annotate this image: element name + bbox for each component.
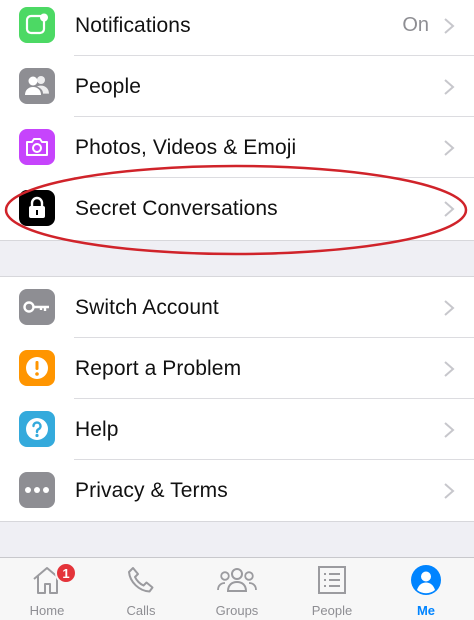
camera-icon	[19, 129, 55, 165]
privacy-terms-row[interactable]: Privacy & Terms	[0, 460, 474, 521]
people-row[interactable]: People	[0, 56, 474, 117]
settings-group-primary: Notifications On People Photos, Videos &…	[0, 0, 474, 241]
secret-conversations-row[interactable]: Secret Conversations	[0, 178, 474, 239]
ellipsis-icon	[19, 472, 55, 508]
chevron-right-icon	[444, 18, 455, 34]
tab-calls[interactable]: Calls	[94, 558, 188, 620]
chevron-right-icon	[444, 140, 455, 156]
help-label: Help	[75, 417, 119, 441]
notifications-row[interactable]: Notifications On	[0, 0, 474, 56]
exclamation-icon	[19, 350, 55, 386]
report-a-problem-row[interactable]: Report a Problem	[0, 338, 474, 399]
switch-account-label: Switch Account	[75, 295, 219, 319]
chevron-right-icon	[444, 300, 455, 316]
profile-icon	[411, 565, 441, 595]
tab-people-label: People	[311, 603, 353, 618]
contacts-list-icon	[318, 566, 346, 594]
chevron-right-icon	[444, 201, 455, 217]
tab-groups[interactable]: Groups	[190, 558, 284, 620]
tab-me-label: Me	[416, 603, 436, 618]
privacy-terms-label: Privacy & Terms	[75, 478, 228, 502]
chevron-right-icon	[444, 361, 455, 377]
notification-badge: 1	[55, 562, 77, 584]
notifications-label: Notifications	[75, 13, 191, 37]
photos-videos-emoji-label: Photos, Videos & Emoji	[75, 135, 297, 159]
key-icon	[19, 289, 55, 325]
switch-account-row[interactable]: Switch Account	[0, 277, 474, 338]
phone-icon	[128, 567, 154, 593]
question-icon	[19, 411, 55, 447]
settings-group-secondary: Switch Account Report a Problem Help Pri…	[0, 276, 474, 522]
people-label: People	[75, 74, 141, 98]
chevron-right-icon	[444, 422, 455, 438]
tab-me[interactable]: Me	[379, 558, 473, 620]
people-icon	[19, 68, 55, 104]
tab-bar: 1 Home Calls Groups People Me	[0, 557, 474, 620]
tab-calls-label: Calls	[126, 603, 156, 618]
tab-home-label: Home	[29, 603, 65, 618]
report-a-problem-label: Report a Problem	[75, 356, 242, 380]
tab-home[interactable]: 1 Home	[0, 558, 94, 620]
notifications-value: On	[402, 14, 429, 36]
lock-icon	[19, 190, 55, 226]
tab-people[interactable]: People	[285, 558, 379, 620]
groups-icon	[217, 568, 257, 592]
secret-conversations-label: Secret Conversations	[75, 196, 278, 220]
chevron-right-icon	[444, 483, 455, 499]
help-row[interactable]: Help	[0, 399, 474, 460]
notifications-icon	[19, 7, 55, 43]
chevron-right-icon	[444, 79, 455, 95]
photos-videos-emoji-row[interactable]: Photos, Videos & Emoji	[0, 117, 474, 178]
tab-groups-label: Groups	[215, 603, 259, 618]
